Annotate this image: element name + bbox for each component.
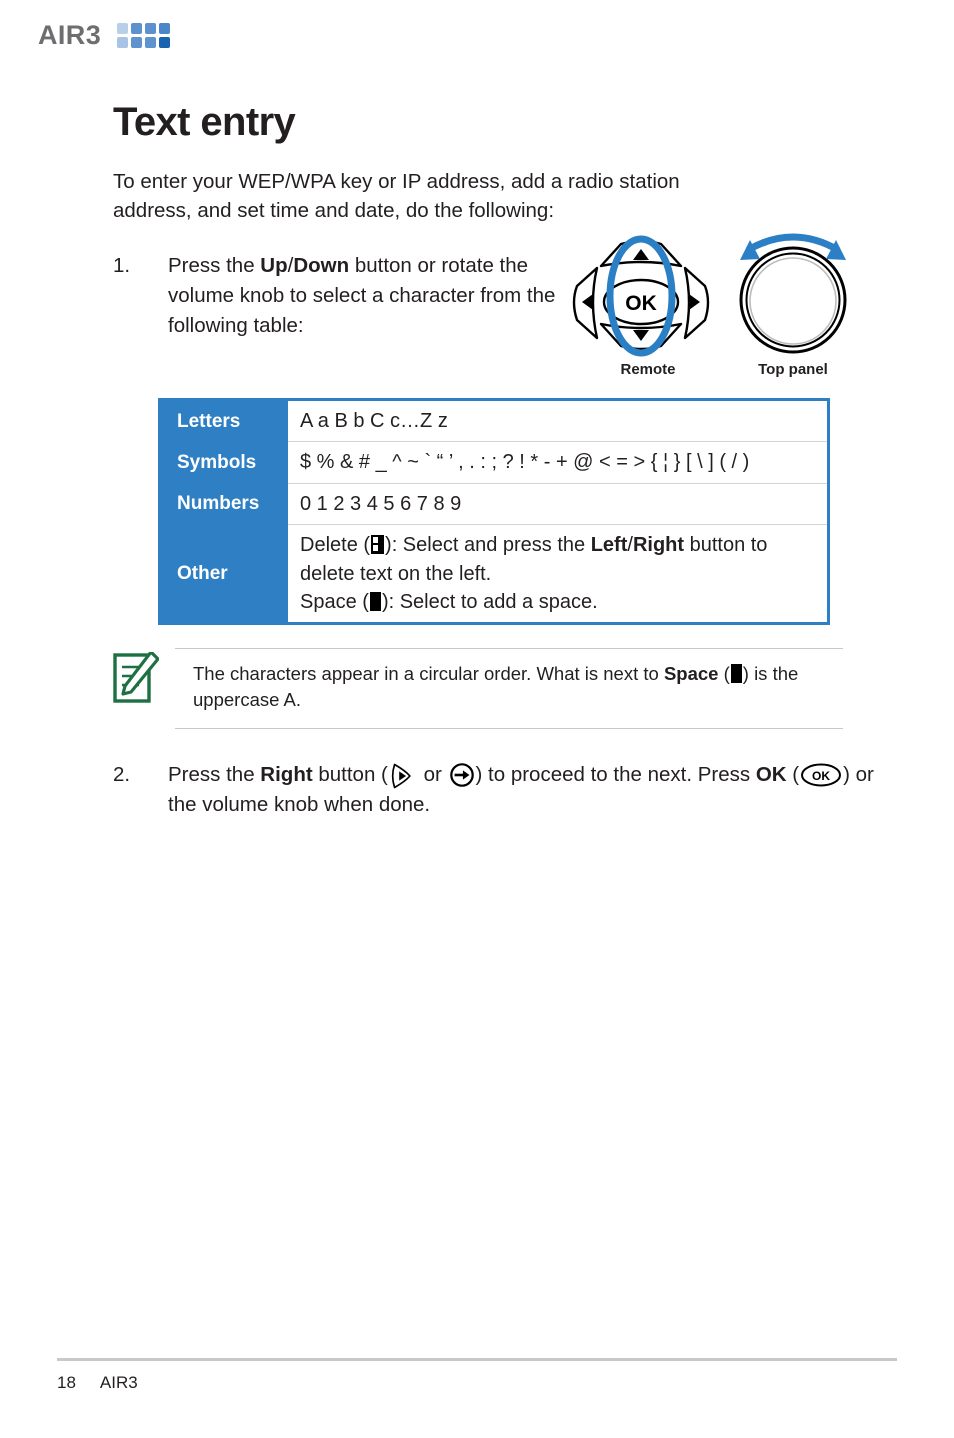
row-label-other: Other <box>161 525 288 623</box>
table-row: Other Delete ( ): Select and press the Le… <box>161 525 827 623</box>
dpad-right-icon <box>391 763 411 789</box>
delete-block-icon <box>371 535 385 555</box>
ok-button-icon: OK <box>801 763 842 787</box>
page-content: Text entry To enter your WEP/WPA key or … <box>113 100 903 816</box>
note-text-a: The characters appear in a circular orde… <box>193 663 664 684</box>
note-bold-space: Space <box>663 663 719 684</box>
row-value-numbers: 0 1 2 3 4 5 6 7 8 9 <box>288 484 827 526</box>
page-header: AIR3 <box>38 20 171 50</box>
page-title: Text entry <box>113 100 296 144</box>
step-2: 2. Press the Right button ( or ) to proc… <box>113 760 903 819</box>
svg-text:OK: OK <box>812 769 830 783</box>
row-value-other: Delete (): Select and press the Left/Rig… <box>288 525 827 622</box>
document-name: AIR3 <box>99 1373 138 1392</box>
other-bold-right: Right <box>632 534 685 557</box>
other-line2-b: ): Select to add a space. <box>381 590 598 613</box>
other-line1-b: ): Select and press the <box>385 534 591 557</box>
top-panel-label: Top panel <box>758 361 828 378</box>
row-value-letters: A a B b C c…Z z <box>288 401 827 443</box>
other-bold-left: Left <box>590 534 628 557</box>
svg-text:OK: OK <box>625 292 657 315</box>
step-2-text-c: or <box>417 763 448 786</box>
step-2-text-e: ( <box>786 763 800 786</box>
dpad-remote-icon: OK <box>572 235 710 357</box>
device-illustrations: OK Remote Top panel <box>568 228 858 388</box>
note-pencil-icon <box>113 648 175 709</box>
brand-title: AIR3 <box>38 20 102 50</box>
row-label-letters: Letters <box>161 401 288 443</box>
step-2-text-d: ) to proceed to the next. Press <box>475 763 756 786</box>
step-2-bold-right: Right <box>260 763 313 786</box>
remote-label: Remote <box>620 361 676 378</box>
step-1-bold-up: Up <box>260 254 288 278</box>
row-label-symbols: Symbols <box>161 442 288 484</box>
other-line1-a: Delete ( <box>300 534 371 557</box>
step-1-number: 1. <box>113 254 131 278</box>
step-2-number: 2. <box>113 763 131 786</box>
footer-content: 18 AIR3 <box>57 1373 897 1393</box>
note-box: The characters appear in a circular orde… <box>113 648 843 729</box>
step-1-bold-down: Down <box>293 254 350 278</box>
page-footer: 18 AIR3 <box>57 1358 897 1393</box>
device-diagram-svg: OK <box>572 233 847 357</box>
arrow-right-circle-icon <box>449 763 474 787</box>
page-number: 18 <box>57 1373 76 1392</box>
step-1-text-a: Press the <box>168 254 261 278</box>
device-label-row: Remote Top panel <box>568 361 858 378</box>
step-1-text: Press the Up/Down button or rotate the v… <box>168 251 568 340</box>
intro-paragraph: To enter your WEP/WPA key or IP address,… <box>113 170 680 223</box>
grid-squares-icon <box>117 23 171 48</box>
character-table: Letters A a B b C c…Z z Symbols $ % & # … <box>158 398 830 626</box>
other-line2-a: Space ( <box>300 590 369 613</box>
row-label-numbers: Numbers <box>161 483 288 526</box>
table-row: Symbols $ % & # _ ^ ~ ` “ ’ , . : ; ? ! … <box>161 442 827 484</box>
table-row: Letters A a B b C c…Z z <box>161 401 827 443</box>
footer-divider <box>57 1358 897 1361</box>
step-2-bold-ok: OK <box>755 763 787 786</box>
space-block-icon <box>369 591 381 611</box>
row-value-symbols: $ % & # _ ^ ~ ` “ ’ , . : ; ? ! * - + @ … <box>288 442 827 484</box>
step-2-text-a: Press the <box>168 763 261 786</box>
rotary-knob-icon <box>739 233 847 354</box>
step-2-text: Press the Right button ( or ) to proceed… <box>168 760 903 819</box>
step-2-text-b: button ( <box>312 763 388 786</box>
space-block-icon <box>730 664 742 683</box>
table-row: Numbers 0 1 2 3 4 5 6 7 8 9 <box>161 483 827 526</box>
note-text: The characters appear in a circular orde… <box>175 648 843 729</box>
note-text-b: ( <box>718 663 730 684</box>
